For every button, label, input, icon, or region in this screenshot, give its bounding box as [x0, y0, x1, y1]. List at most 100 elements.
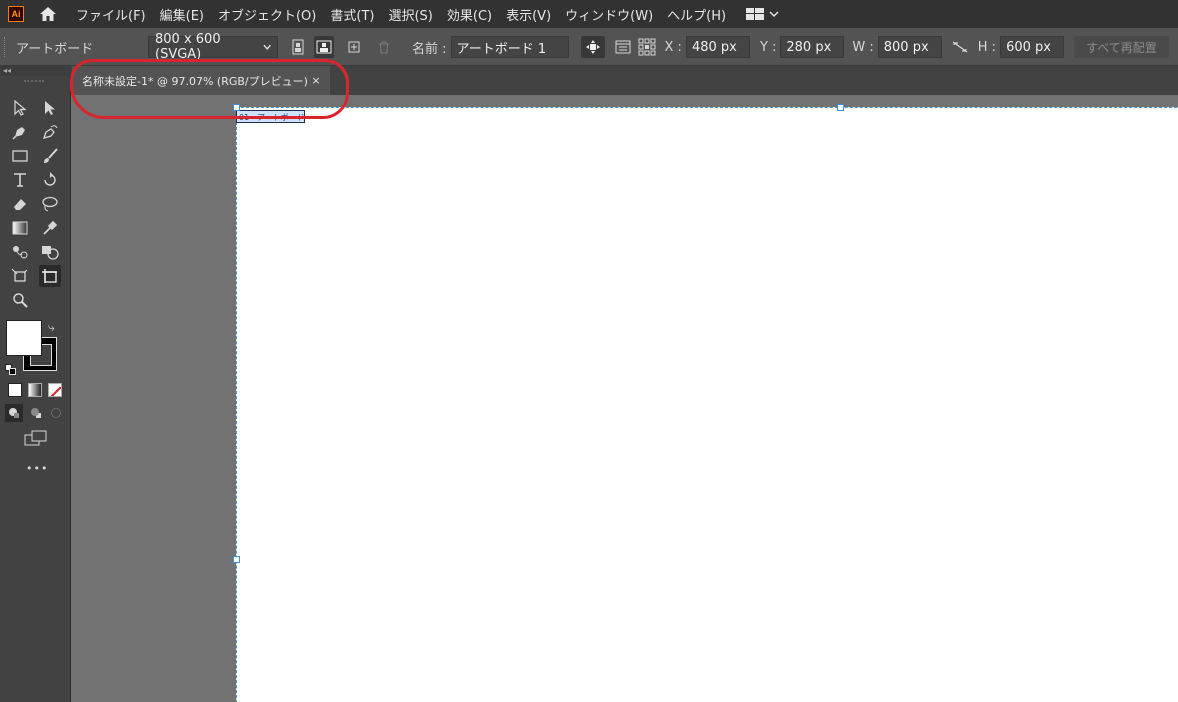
- artboard-handle-middle-left[interactable]: [233, 556, 240, 563]
- free-transform-tool[interactable]: [9, 265, 31, 287]
- menu-object[interactable]: オブジェクト(O): [218, 5, 316, 24]
- selection-tool[interactable]: [9, 97, 31, 119]
- fill-swatch[interactable]: [6, 320, 42, 356]
- color-mode-icon[interactable]: [8, 383, 22, 397]
- swap-fill-stroke-icon[interactable]: ⤷: [48, 320, 55, 335]
- home-icon[interactable]: [38, 5, 58, 23]
- curvature-tool[interactable]: [39, 121, 61, 143]
- gradient-tool[interactable]: [9, 217, 31, 239]
- workspace-switcher[interactable]: [746, 8, 779, 20]
- menu-type[interactable]: 書式(T): [330, 5, 374, 24]
- main-menu: ファイル(F) 編集(E) オブジェクト(O) 書式(T) 選択(S) 効果(C…: [76, 5, 740, 24]
- draw-inside-icon[interactable]: [47, 404, 65, 422]
- eyedropper-tool[interactable]: [39, 217, 61, 239]
- h-label: H :: [977, 39, 997, 55]
- none-mode-icon[interactable]: [48, 383, 62, 397]
- rectangle-icon: [12, 150, 28, 162]
- options-icon: [615, 40, 631, 54]
- artboard[interactable]: [236, 107, 1178, 702]
- shape-builder-icon: [42, 246, 59, 260]
- chevron-down-icon: [769, 11, 779, 18]
- menu-bar: Ai ファイル(F) 編集(E) オブジェクト(O) 書式(T) 選択(S) 効…: [0, 0, 1178, 28]
- screen-mode-icon[interactable]: [24, 430, 48, 448]
- eyedropper-icon: [43, 220, 58, 235]
- artboard-tool[interactable]: [39, 265, 61, 287]
- h-field[interactable]: 600 px: [1000, 36, 1065, 58]
- canvas[interactable]: 01 - アートボード 1: [71, 95, 1178, 702]
- trash-icon: [379, 41, 389, 53]
- landscape-button[interactable]: [314, 36, 334, 58]
- link-broken-icon: [952, 41, 968, 53]
- highlight-annotation: [70, 59, 349, 119]
- edit-toolbar-icon[interactable]: •••: [26, 462, 48, 475]
- menu-effect[interactable]: 効果(C): [447, 5, 492, 24]
- pen-tool[interactable]: [9, 121, 31, 143]
- paintbrush-icon: [44, 148, 58, 163]
- y-field[interactable]: 280 px: [780, 36, 845, 58]
- artboard-preset-select[interactable]: 800 x 600 (SVGA): [148, 32, 278, 62]
- menu-file[interactable]: ファイル(F): [76, 5, 146, 24]
- portrait-button[interactable]: [288, 36, 308, 58]
- reference-point-icon: [638, 38, 656, 56]
- context-label: アートボード: [16, 41, 94, 57]
- move-artwork-icon: [585, 40, 600, 54]
- new-artboard-icon: [348, 41, 360, 53]
- draw-behind-icon[interactable]: [27, 404, 45, 422]
- type-icon: [14, 173, 26, 187]
- tools-panel: ⤷ •••: [0, 76, 71, 702]
- shape-builder-tool[interactable]: [39, 241, 61, 263]
- lasso-tool[interactable]: [39, 193, 61, 215]
- w-label: W :: [852, 39, 874, 55]
- free-transform-icon: [11, 268, 28, 282]
- curvature-icon: [42, 125, 58, 139]
- zoom-icon: [13, 293, 28, 308]
- constrain-proportions-button[interactable]: [950, 36, 970, 58]
- menu-select[interactable]: 選択(S): [388, 5, 432, 24]
- artboard-options-button[interactable]: [613, 36, 633, 58]
- artboard-icon: [42, 269, 57, 283]
- y-label: Y :: [759, 39, 777, 55]
- toolbar-grip[interactable]: [24, 80, 44, 82]
- panel-grip[interactable]: [4, 37, 8, 57]
- reference-point-button[interactable]: [637, 36, 657, 58]
- x-label: X :: [664, 39, 682, 55]
- artboard-name-field[interactable]: アートボード 1: [450, 36, 569, 58]
- move-with-artboard-button[interactable]: [580, 36, 605, 58]
- name-label: 名前 :: [412, 41, 447, 57]
- paintbrush-tool[interactable]: [39, 145, 61, 167]
- gradient-mode-icon[interactable]: [28, 383, 42, 397]
- eraser-tool[interactable]: [9, 193, 31, 215]
- lasso-icon: [42, 196, 58, 212]
- gradient-icon: [12, 221, 28, 235]
- draw-normal-icon[interactable]: [5, 404, 23, 422]
- x-field[interactable]: 480 px: [685, 36, 750, 58]
- menu-view[interactable]: 表示(V): [506, 5, 551, 24]
- blend-tool[interactable]: [9, 241, 31, 263]
- new-artboard-button[interactable]: [344, 36, 364, 58]
- rearrange-all-button[interactable]: すべて再配置: [1074, 36, 1169, 58]
- rotate-icon: [44, 172, 56, 186]
- direct-selection-icon: [45, 101, 55, 115]
- type-tool[interactable]: [9, 169, 31, 191]
- artboard-handle-top-center[interactable]: [837, 104, 844, 111]
- zoom-tool[interactable]: [9, 289, 31, 311]
- chevron-down-icon: [263, 44, 271, 50]
- menu-edit[interactable]: 編集(E): [160, 5, 204, 24]
- direct-selection-tool[interactable]: [39, 97, 61, 119]
- pen-icon: [12, 127, 25, 140]
- blend-icon: [13, 246, 28, 259]
- eraser-icon: [14, 199, 26, 210]
- selection-arrow-icon: [14, 100, 27, 116]
- preset-value: 800 x 600 (SVGA): [155, 32, 221, 62]
- toolbar-collapse[interactable]: ◂◂: [0, 66, 71, 76]
- rotate-tool[interactable]: [39, 169, 61, 191]
- workspace-icon: [746, 8, 765, 20]
- rectangle-tool[interactable]: [9, 145, 31, 167]
- app-logo: Ai: [8, 6, 24, 22]
- default-colors-icon[interactable]: [5, 360, 16, 375]
- menu-help[interactable]: ヘルプ(H): [667, 5, 726, 24]
- landscape-icon: [316, 40, 332, 54]
- menu-window[interactable]: ウィンドウ(W): [565, 5, 653, 24]
- delete-artboard-button[interactable]: [374, 36, 394, 58]
- w-field[interactable]: 800 px: [877, 36, 942, 58]
